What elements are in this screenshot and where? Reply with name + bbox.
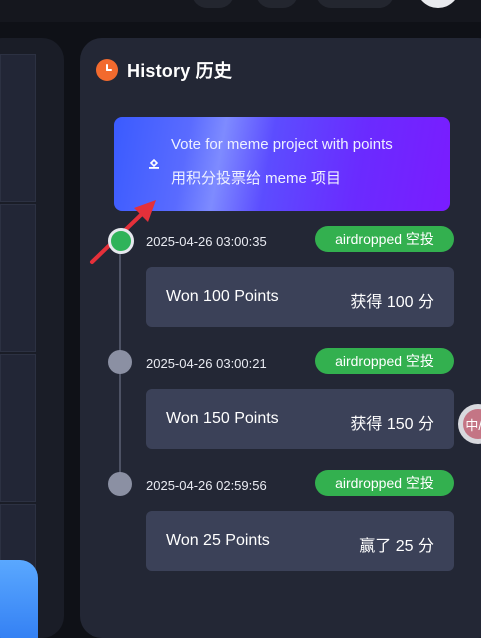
left-panel-cell[interactable] [0, 54, 36, 202]
vote-banner-subtitle: 用积分投票给 meme 项目 [171, 170, 342, 187]
avatar[interactable] [416, 0, 460, 8]
timeline-dot [108, 472, 132, 496]
entry-time: 2025-04-26 02:59:56 [146, 478, 267, 493]
history-title: History 历史 [127, 61, 233, 81]
left-panel [0, 38, 64, 638]
left-panel-cell[interactable] [0, 354, 36, 502]
vote-banner[interactable]: Vote for meme project with points 用积分投票给… [114, 117, 450, 211]
timeline-dot [108, 350, 132, 374]
entry-time: 2025-04-26 03:00:21 [146, 356, 267, 371]
clock-icon [96, 59, 118, 81]
status-badge: airdropped 空投 [315, 348, 454, 374]
card-won-label: Won 25 Points [166, 532, 270, 549]
history-card[interactable]: Won 150 Points 获得 150 分 [146, 389, 454, 449]
card-detail-label: 赢了 25 分 [359, 538, 434, 555]
card-detail-label: 获得 100 分 [350, 294, 434, 311]
left-blue-button[interactable] [0, 560, 38, 638]
vote-banner-title: Vote for meme project with points [171, 136, 393, 153]
timeline-dot-active [108, 228, 134, 254]
card-won-label: Won 100 Points [166, 288, 279, 305]
vote-icon [149, 158, 159, 169]
entry-time: 2025-04-26 03:00:35 [146, 234, 267, 249]
card-detail-label: 获得 150 分 [350, 416, 434, 433]
history-card[interactable]: Won 25 Points 赢了 25 分 [146, 511, 454, 571]
left-panel-cell[interactable] [0, 204, 36, 352]
card-won-label: Won 150 Points [166, 410, 279, 427]
history-card[interactable]: Won 100 Points 获得 100 分 [146, 267, 454, 327]
status-badge: airdropped 空投 [315, 470, 454, 496]
top-icon-button[interactable] [256, 0, 298, 8]
input-method-icon: 中/A [463, 409, 481, 439]
history-header: History 历史 [96, 57, 232, 83]
top-icon-button[interactable] [192, 0, 234, 8]
top-bar [0, 0, 481, 22]
status-badge: airdropped 空投 [315, 226, 454, 252]
top-pill-button[interactable] [316, 0, 394, 8]
